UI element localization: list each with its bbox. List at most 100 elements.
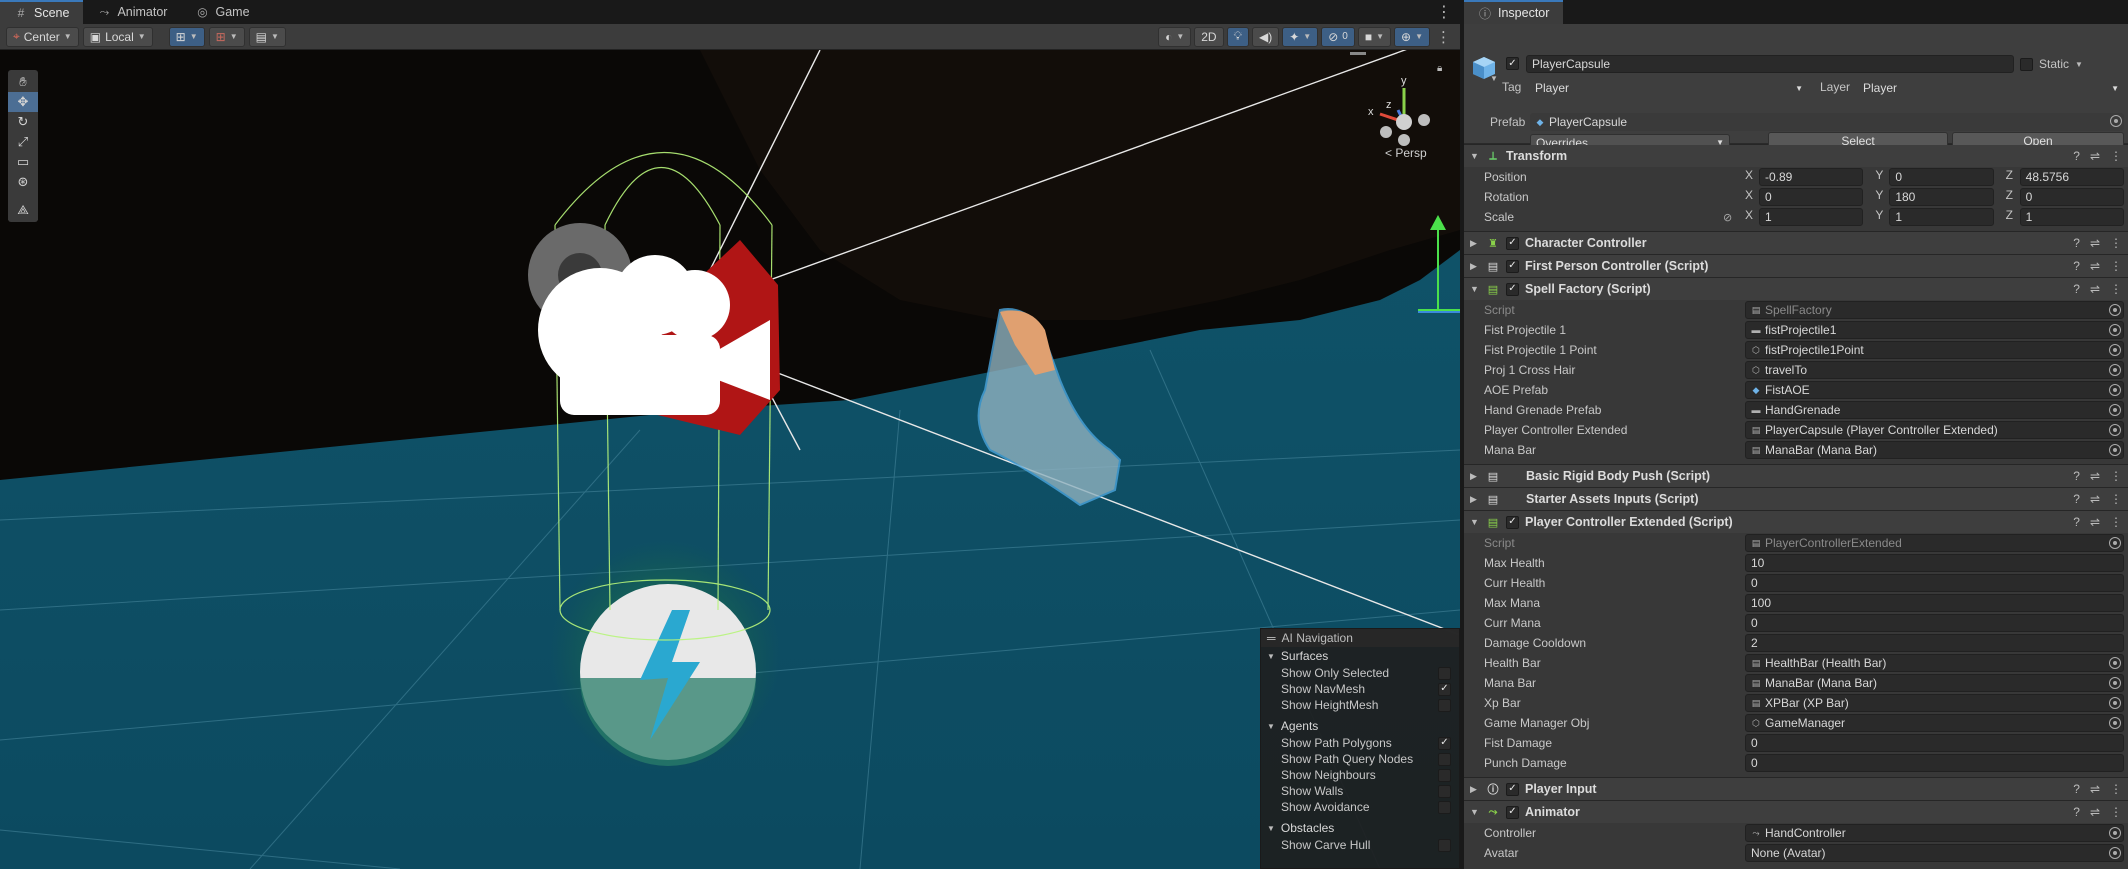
layer-dropdown[interactable]: Player ▼ (1858, 79, 2124, 97)
presets-icon[interactable]: ⇌ (2090, 469, 2100, 483)
fist-damage-field[interactable]: 0 (1745, 734, 2124, 752)
effects-dropdown[interactable]: ✦ ▼ (1282, 26, 1319, 47)
grid-settings-button[interactable]: ▤ ▼ (248, 26, 286, 47)
gizmos-dropdown[interactable]: ⊕ ▼ (1394, 26, 1430, 47)
enabled-checkbox[interactable]: ✓ (1506, 515, 1519, 529)
checkbox[interactable] (1438, 768, 1451, 782)
player-controller-extended-header[interactable]: ▼ ▤ ✓ Player Controller Extended (Script… (1464, 511, 2128, 533)
object-picker-icon[interactable] (2109, 827, 2121, 839)
nav-option[interactable]: Show Path Query Nodes (1261, 751, 1459, 767)
mana-bar-field[interactable]: ▤ ManaBar (Mana Bar) (1745, 441, 2124, 459)
game-manager-obj-field[interactable]: ⬡ GameManager (1745, 714, 2124, 732)
help-icon[interactable]: ? (2073, 149, 2080, 163)
presets-icon[interactable]: ⇌ (2090, 236, 2100, 250)
help-icon[interactable]: ? (2073, 782, 2080, 796)
nav-section-surfaces[interactable]: ▼ Surfaces (1261, 647, 1459, 665)
object-picker-icon[interactable] (2109, 424, 2121, 436)
checkbox[interactable] (1438, 800, 1451, 814)
presets-icon[interactable]: ⇌ (2090, 515, 2100, 529)
drag-handle[interactable] (1350, 52, 1366, 55)
curr-health-field[interactable]: 0 (1745, 574, 2124, 592)
lock-icon[interactable]: 🔒︎ (1437, 63, 1442, 74)
controller-field[interactable]: ⤳ HandController (1745, 824, 2124, 842)
first-person-controller-header[interactable]: ▶ ▤ ✓ First Person Controller (Script) ?… (1464, 255, 2128, 277)
nav-option[interactable]: Show Path Polygons ✓ (1261, 735, 1459, 751)
object-picker-icon[interactable] (2109, 364, 2121, 376)
hand-grenade-prefab-field[interactable]: ▬ HandGrenade (1745, 401, 2124, 419)
chevron-down-icon[interactable]: ▼ (2075, 60, 2083, 69)
scale-y-field[interactable]: 1 (1889, 208, 1994, 226)
scene-viewport[interactable]: ✋︎ ✥ ↻ ⤢ ▭ ⊛ ⟁ y x z < Persp 🔒︎ (0, 50, 1460, 869)
nav-option[interactable]: Show Carve Hull (1261, 837, 1459, 853)
active-checkbox[interactable]: ✓ (1506, 57, 1519, 70)
tab-game[interactable]: ◎ Game (181, 0, 263, 24)
damage-cooldown-field[interactable]: 2 (1745, 634, 2124, 652)
help-icon[interactable]: ? (2073, 492, 2080, 506)
object-picker-icon[interactable] (2109, 717, 2121, 729)
max-health-field[interactable]: 10 (1745, 554, 2124, 572)
checkbox[interactable]: ✓ (1438, 736, 1451, 750)
script-field[interactable]: ▤ SpellFactory (1745, 301, 2124, 319)
checkbox[interactable] (1438, 666, 1451, 680)
object-picker-icon[interactable] (2109, 384, 2121, 396)
hidden-objects-toggle[interactable]: ⊘ 0 (1321, 26, 1355, 47)
nav-option[interactable]: Show Avoidance (1261, 799, 1459, 815)
position-x-field[interactable]: -0.89 (1759, 168, 1864, 186)
nav-option[interactable]: Show Only Selected (1261, 665, 1459, 681)
object-picker-icon[interactable] (2109, 677, 2121, 689)
punch-damage-field[interactable]: 0 (1745, 754, 2124, 772)
position-y-field[interactable]: 0 (1889, 168, 1994, 186)
lighting-toggle[interactable]: 💡︎ (1226, 26, 1249, 47)
xp-bar-field[interactable]: ▤ XPBar (XP Bar) (1745, 694, 2124, 712)
object-picker-icon[interactable] (2109, 697, 2121, 709)
mana-bar-field[interactable]: ▤ ManaBar (Mana Bar) (1745, 674, 2124, 692)
object-picker-icon[interactable] (2109, 324, 2121, 336)
object-picker-icon[interactable] (2109, 444, 2121, 456)
nav-option[interactable]: Show HeightMesh (1261, 697, 1459, 713)
grid-snap-button[interactable]: ⊞ ▼ (168, 26, 205, 47)
help-icon[interactable]: ? (2073, 805, 2080, 819)
help-icon[interactable]: ? (2073, 236, 2080, 250)
move-tool-icon[interactable]: ✥ (8, 92, 38, 112)
audio-toggle[interactable]: ◀︎) (1252, 26, 1280, 47)
starter-assets-inputs-header[interactable]: ▶ ▤ Starter Assets Inputs (Script) ? ⇌ ⋮ (1464, 488, 2128, 510)
help-icon[interactable]: ? (2073, 282, 2080, 296)
scale-tool-icon[interactable]: ⤢ (8, 132, 38, 152)
kebab-menu-icon[interactable]: ⋮ (2110, 149, 2122, 163)
object-picker-icon[interactable] (2109, 304, 2121, 316)
enabled-checkbox[interactable]: ✓ (1506, 282, 1519, 296)
object-picker-icon[interactable] (2109, 537, 2121, 549)
object-picker-icon[interactable] (2109, 404, 2121, 416)
health-bar-field[interactable]: ▤ HealthBar (Health Bar) (1745, 654, 2124, 672)
scale-z-field[interactable]: 1 (2019, 208, 2124, 226)
nav-option[interactable]: Show Walls (1261, 783, 1459, 799)
fist-projectile-1-point-field[interactable]: ⬡ fistProjectile1Point (1745, 341, 2124, 359)
kebab-menu-icon[interactable]: ⋮ (2110, 236, 2122, 250)
enabled-checkbox[interactable]: ✓ (1506, 259, 1519, 273)
nav-section-obstacles[interactable]: ▼ Obstacles (1261, 819, 1459, 837)
prefab-asset-field[interactable]: ◆ PlayerCapsule (1530, 113, 2124, 131)
kebab-menu-icon[interactable]: ⋮ (2110, 805, 2122, 819)
projection-toggle[interactable]: < Persp (1385, 146, 1427, 160)
object-picker-icon[interactable] (2110, 115, 2122, 127)
max-mana-field[interactable]: 100 (1745, 594, 2124, 612)
spell-factory-header[interactable]: ▼ ▤ ✓ Spell Factory (Script) ? ⇌ ⋮ (1464, 278, 2128, 300)
space-dropdown[interactable]: ▣ Local ▼ (82, 26, 153, 47)
ai-navigation-header[interactable]: ═ AI Navigation (1261, 629, 1459, 647)
script-field[interactable]: ▤ PlayerControllerExtended (1745, 534, 2124, 552)
player-controller-extended-field[interactable]: ▤ PlayerCapsule (Player Controller Extend… (1745, 421, 2124, 439)
presets-icon[interactable]: ⇌ (2090, 805, 2100, 819)
draw-mode-dropdown[interactable]: ◐ ▼ (1158, 26, 1192, 47)
chevron-down-icon[interactable]: ▼ (1490, 74, 1498, 83)
static-checkbox[interactable] (2020, 57, 2033, 71)
hand-tool-icon[interactable]: ✋︎ (8, 72, 38, 92)
kebab-menu-icon[interactable]: ⋮ (2110, 259, 2122, 273)
object-picker-icon[interactable] (2109, 847, 2121, 859)
transform-tool-icon[interactable]: ⊛ (8, 172, 38, 192)
kebab-menu-icon[interactable]: ⋮ (1436, 2, 1452, 22)
curr-mana-field[interactable]: 0 (1745, 614, 2124, 632)
pivot-dropdown[interactable]: ⌖ Center ▼ (6, 26, 79, 47)
camera-dropdown[interactable]: ■ ▼ (1357, 26, 1392, 47)
object-picker-icon[interactable] (2109, 657, 2121, 669)
checkbox[interactable] (1438, 752, 1451, 766)
